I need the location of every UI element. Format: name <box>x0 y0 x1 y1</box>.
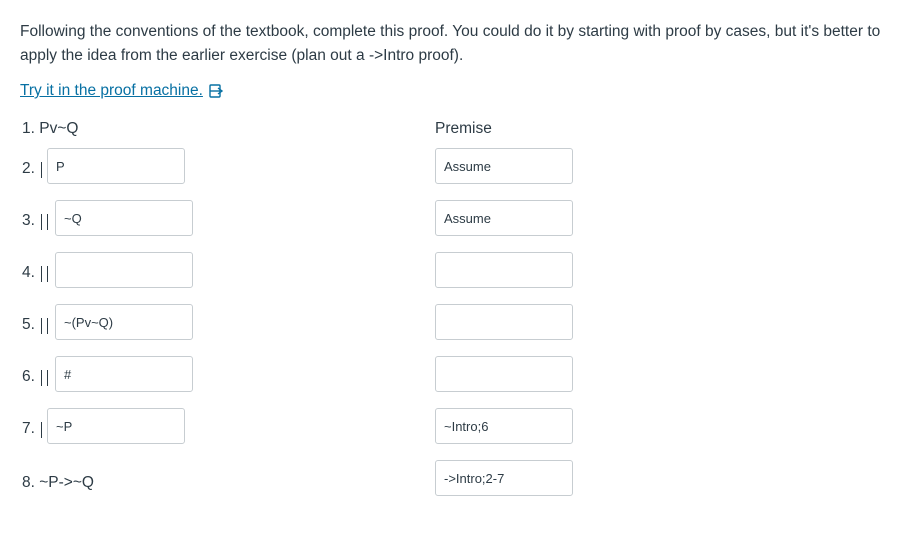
external-link-icon <box>209 84 224 98</box>
formula-input-4[interactable] <box>55 252 193 288</box>
subproof-bar <box>47 214 48 230</box>
subproof-bar <box>41 318 42 334</box>
subproof-bar <box>47 370 48 386</box>
justification-input-7[interactable]: ~Intro;6 <box>435 408 573 444</box>
formula-input-6[interactable]: # <box>55 356 193 392</box>
justification-input-6[interactable] <box>435 356 573 392</box>
line-number-2: 2. <box>22 160 35 177</box>
line-number-7: 7. <box>22 420 35 437</box>
premise-line: 1. Pv~Q <box>22 120 79 137</box>
instructions-text: Following the conventions of the textboo… <box>20 23 881 64</box>
line-number-4: 4. <box>22 264 35 281</box>
formula-input-7[interactable]: ~P <box>47 408 185 444</box>
justification-input-3[interactable]: Assume <box>435 200 573 236</box>
formula-input-2[interactable]: P <box>47 148 185 184</box>
line-number-6: 6. <box>22 368 35 385</box>
line-number-5: 5. <box>22 316 35 333</box>
subproof-bar <box>47 318 48 334</box>
subproof-bar <box>41 266 42 282</box>
conclusion-line: 8. ~P->~Q <box>22 474 94 491</box>
premise-justification: Premise <box>435 120 492 137</box>
justification-input-8[interactable]: ->Intro;2-7 <box>435 460 573 496</box>
proof-machine-link-label: Try it in the proof machine. <box>20 82 203 99</box>
justification-input-2[interactable]: Assume <box>435 148 573 184</box>
proof-machine-link[interactable]: Try it in the proof machine. <box>20 82 224 100</box>
subproof-bar <box>41 214 42 230</box>
subproof-bar <box>41 370 42 386</box>
subproof-bar <box>41 162 42 178</box>
subproof-bar <box>47 266 48 282</box>
formula-input-5[interactable]: ~(Pv~Q) <box>55 304 193 340</box>
subproof-bar <box>41 422 42 438</box>
justification-input-5[interactable] <box>435 304 573 340</box>
line-number-3: 3. <box>22 212 35 229</box>
formula-input-3[interactable]: ~Q <box>55 200 193 236</box>
justification-input-4[interactable] <box>435 252 573 288</box>
